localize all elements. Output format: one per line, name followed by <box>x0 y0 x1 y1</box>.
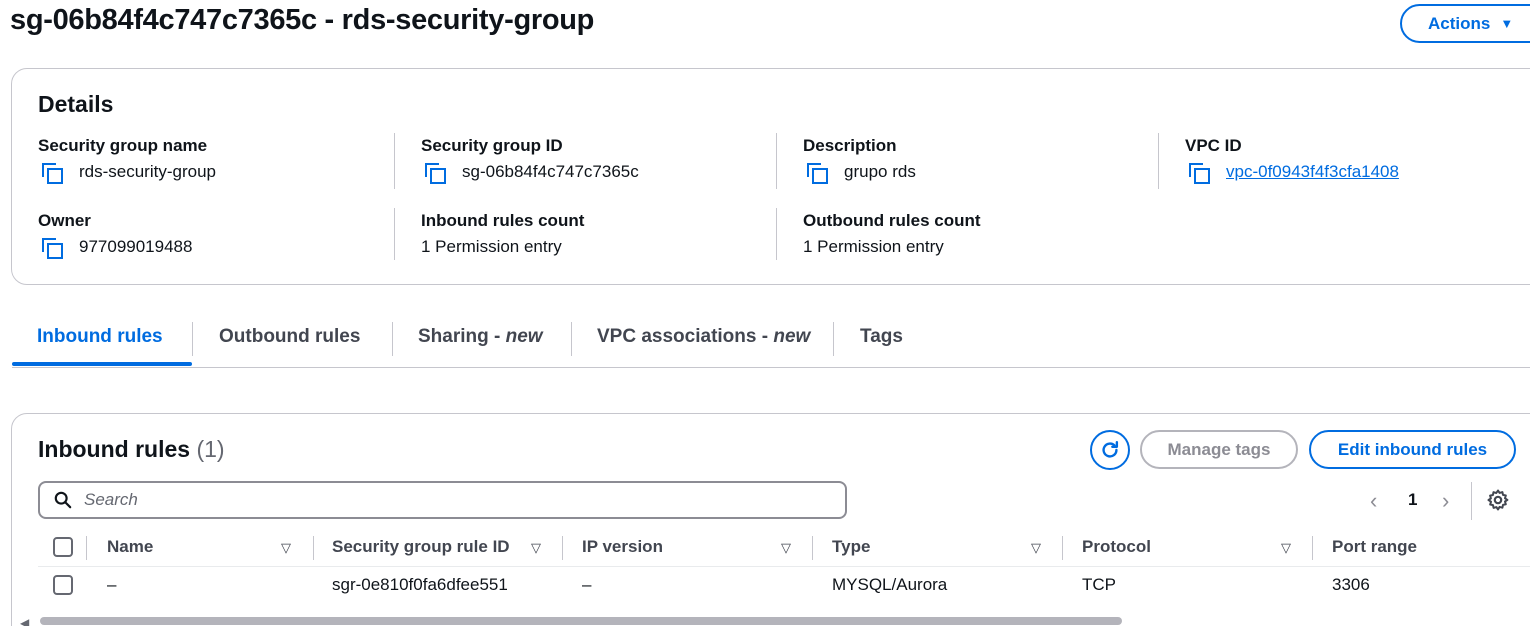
column-divider <box>776 133 777 189</box>
vpc-id-link[interactable]: vpc-0f0943f4f3cfa1408 <box>1226 162 1399 182</box>
column-divider <box>394 133 395 189</box>
tab-divider <box>392 322 393 356</box>
gear-icon[interactable] <box>1486 488 1510 512</box>
cell-ip-version: – <box>582 575 592 594</box>
vpc-id-label: VPC ID <box>1185 136 1242 155</box>
new-tag: new <box>505 326 543 347</box>
security-group-name-field: Security group name rds-security-group <box>38 136 216 184</box>
actions-button[interactable]: Actions ▼ <box>1400 4 1530 43</box>
column-header-port-range[interactable]: Port range <box>1332 537 1417 557</box>
tab-sharing-label: Sharing - <box>418 326 506 347</box>
current-page[interactable]: 1 <box>1408 490 1417 510</box>
copy-icon[interactable] <box>42 237 63 259</box>
inbound-rules-heading: Inbound rules <box>38 436 191 462</box>
select-all-checkbox[interactable] <box>53 537 73 557</box>
tab-vpc-associations[interactable]: VPC associations - new <box>597 326 810 348</box>
search-placeholder: Search <box>84 490 138 509</box>
scroll-left-icon[interactable]: ◀ <box>20 616 29 626</box>
refresh-button[interactable] <box>1090 430 1130 470</box>
next-page-icon[interactable]: › <box>1442 488 1449 514</box>
previous-page-icon[interactable]: ‹ <box>1370 488 1377 514</box>
horizontal-scrollbar[interactable] <box>40 617 1122 625</box>
edit-inbound-rules-button[interactable]: Edit inbound rules <box>1309 430 1516 469</box>
row-checkbox[interactable] <box>53 575 73 595</box>
column-divider <box>812 536 813 560</box>
inbound-count-field: Inbound rules count 1 Permission entry <box>421 211 584 257</box>
inbound-count-value: 1 Permission entry <box>421 237 562 256</box>
column-divider <box>776 208 777 260</box>
outbound-count-value: 1 Permission entry <box>803 237 944 256</box>
search-input[interactable]: Search <box>38 481 847 519</box>
owner-value: 977099019488 <box>79 237 193 256</box>
cell-type: MYSQL/Aurora <box>832 575 948 594</box>
cell-port-range: 3306 <box>1332 575 1370 594</box>
vpc-id-field: VPC ID vpc-0f0943f4f3cfa1408 <box>1185 136 1399 184</box>
inbound-rules-title: Inbound rules (1) <box>38 436 225 463</box>
details-panel: Details Security group name rds-security… <box>11 68 1530 285</box>
tab-divider <box>833 322 834 356</box>
inbound-rules-panel: Inbound rules (1) Manage tags Edit inbou… <box>11 413 1530 626</box>
column-divider <box>313 536 314 560</box>
cell-protocol: TCP <box>1082 575 1116 594</box>
tab-sharing[interactable]: Sharing - new <box>418 326 543 348</box>
details-title: Details <box>38 91 114 117</box>
manage-tags-button[interactable]: Manage tags <box>1140 430 1298 469</box>
security-group-id-field: Security group ID sg-06b84f4c747c7365c <box>421 136 639 184</box>
security-group-id-label: Security group ID <box>421 136 563 155</box>
owner-label: Owner <box>38 211 91 230</box>
security-group-name-value: rds-security-group <box>79 162 216 181</box>
copy-icon[interactable] <box>1189 162 1210 184</box>
description-label: Description <box>803 136 897 155</box>
cell-rule-id: sgr-0e810f0fa6dfee551 <box>332 575 508 594</box>
column-divider <box>1312 536 1313 560</box>
pager-divider <box>1471 482 1472 520</box>
sort-icon[interactable]: ▽ <box>781 540 791 556</box>
page-title: sg-06b84f4c747c7365c - rds-security-grou… <box>10 4 595 36</box>
security-group-name-label: Security group name <box>38 136 208 155</box>
column-divider <box>1158 133 1159 189</box>
security-group-id-value: sg-06b84f4c747c7365c <box>462 162 639 181</box>
search-icon <box>54 491 72 509</box>
description-value: grupo rds <box>844 162 916 181</box>
sort-icon[interactable]: ▽ <box>1031 540 1041 556</box>
actions-label: Actions <box>1428 14 1491 33</box>
tab-inbound-rules[interactable]: Inbound rules <box>37 326 163 348</box>
new-tag: new <box>773 326 811 347</box>
active-tab-indicator <box>12 362 192 366</box>
tab-tags[interactable]: Tags <box>860 326 903 348</box>
sort-icon[interactable]: ▽ <box>1281 540 1291 556</box>
caret-down-icon: ▼ <box>1500 16 1514 31</box>
copy-icon[interactable] <box>807 162 828 184</box>
outbound-count-label: Outbound rules count <box>803 211 981 230</box>
refresh-icon <box>1102 441 1119 458</box>
outbound-count-field: Outbound rules count 1 Permission entry <box>803 211 981 257</box>
inbound-count-label: Inbound rules count <box>421 211 585 230</box>
column-divider <box>562 536 563 560</box>
copy-icon[interactable] <box>425 162 446 184</box>
owner-field: Owner 977099019488 <box>38 211 193 259</box>
description-field: Description grupo rds <box>803 136 916 184</box>
column-header-type[interactable]: Type <box>832 537 870 557</box>
tab-vpc-associations-label: VPC associations - <box>597 326 774 347</box>
inbound-rules-count: (1) <box>196 436 225 462</box>
column-divider <box>394 208 395 260</box>
tab-bar: Inbound rules Outbound rules Sharing - n… <box>12 318 1530 368</box>
column-divider <box>86 536 87 560</box>
tab-divider <box>192 322 193 356</box>
column-header-name[interactable]: Name <box>107 537 153 557</box>
copy-icon[interactable] <box>42 162 63 184</box>
sort-icon[interactable]: ▽ <box>281 540 291 556</box>
tab-outbound-rules[interactable]: Outbound rules <box>219 326 360 348</box>
column-divider <box>1062 536 1063 560</box>
column-header-rule-id[interactable]: Security group rule ID <box>332 537 510 557</box>
cell-name: – <box>107 575 117 594</box>
tab-divider <box>571 322 572 356</box>
row-divider <box>38 566 1530 567</box>
sort-icon[interactable]: ▽ <box>531 540 541 556</box>
column-header-protocol[interactable]: Protocol <box>1082 537 1151 557</box>
column-header-ip-version[interactable]: IP version <box>582 537 663 557</box>
